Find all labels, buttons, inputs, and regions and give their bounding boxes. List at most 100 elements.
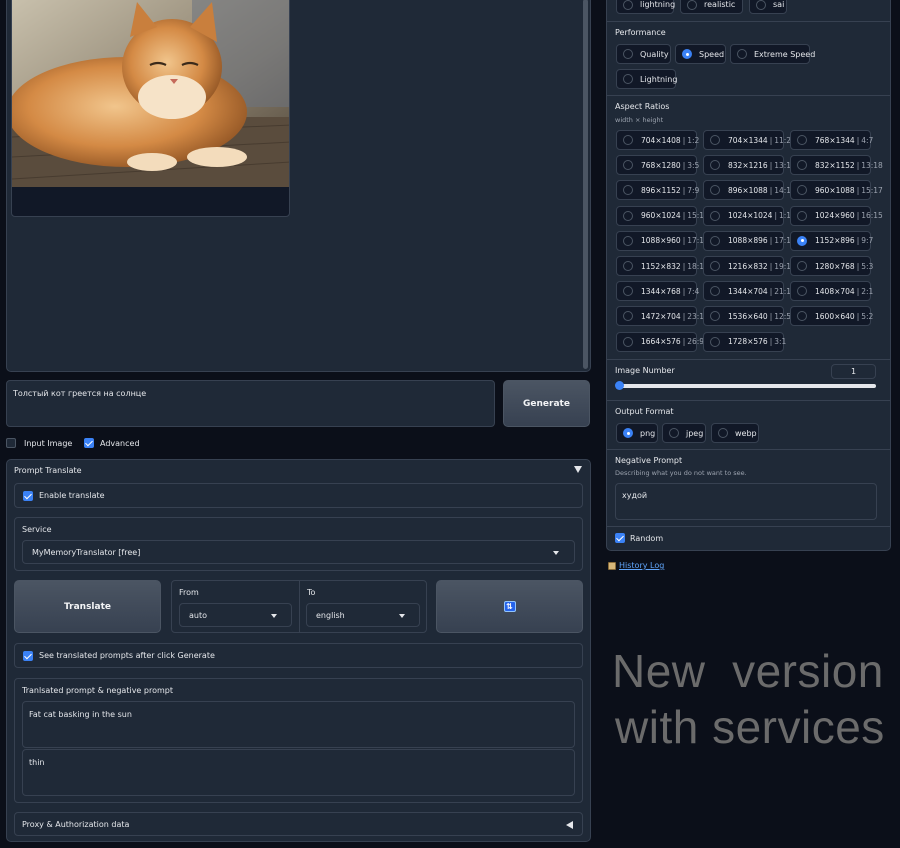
aspect-ratio-option[interactable]: 1664×576 | 26:9: [616, 331, 704, 352]
radio-icon[interactable]: [797, 261, 807, 271]
aspect-ratio-option[interactable]: 1600×640 | 5:2: [790, 306, 873, 327]
aspect-ratio-option[interactable]: 1152×896 | 9:7: [790, 230, 873, 251]
aspect-ratio-option[interactable]: 960×1088 | 15:17: [790, 180, 883, 201]
radio-icon[interactable]: [710, 210, 720, 221]
aspect-ratio-option[interactable]: 1088×960 | 17:15: [616, 230, 709, 251]
radio-selected-icon[interactable]: [682, 49, 692, 59]
radio-icon[interactable]: [623, 185, 633, 196]
radio-icon[interactable]: [797, 210, 807, 221]
radio-icon[interactable]: [623, 74, 633, 84]
radio-icon[interactable]: [623, 235, 633, 246]
prompt-translate-header[interactable]: Prompt Translate: [7, 460, 590, 482]
image-number-slider-handle[interactable]: [615, 381, 624, 390]
translated-negative-field[interactable]: thin: [22, 749, 575, 796]
history-log-link[interactable]: History Log: [608, 561, 664, 570]
aspect-ratio-option[interactable]: 832×1152 | 13:18: [790, 155, 883, 176]
advanced-check-icon[interactable]: [84, 438, 94, 448]
radio-icon[interactable]: [623, 0, 633, 10]
random-check-icon[interactable]: [615, 533, 625, 543]
radio-icon[interactable]: [623, 210, 633, 221]
radio-icon[interactable]: [710, 235, 720, 246]
radio-icon[interactable]: [797, 160, 807, 171]
gallery-scrollbar[interactable]: [583, 0, 588, 369]
enable-translate-row[interactable]: Enable translate: [14, 483, 583, 508]
performance-option-lightning[interactable]: Lightning: [616, 69, 677, 89]
aspect-ratio-option[interactable]: 1536×640 | 12:5: [703, 306, 791, 327]
negative-prompt-input[interactable]: худой: [615, 483, 877, 520]
aspect-ratio-option[interactable]: 1728×576 | 3:1: [703, 331, 786, 352]
radio-selected-icon[interactable]: [623, 428, 633, 438]
aspect-ratio-option[interactable]: 1408×704 | 2:1: [790, 281, 873, 302]
aspect-ratio-option[interactable]: 1024×960 | 16:15: [790, 205, 883, 226]
performance-option-quality[interactable]: Quality: [616, 44, 671, 64]
random-checkbox[interactable]: Random: [615, 533, 663, 543]
radio-icon[interactable]: [710, 160, 720, 171]
radio-icon[interactable]: [623, 261, 633, 271]
radio-icon[interactable]: [623, 311, 633, 322]
radio-icon[interactable]: [756, 0, 766, 10]
radio-icon[interactable]: [623, 160, 633, 171]
aspect-ratio-option[interactable]: 1344×704 | 21:11: [703, 281, 796, 302]
translated-prompt-field[interactable]: Fat cat basking in the sun: [22, 701, 575, 748]
see-translated-row[interactable]: See translated prompts after click Gener…: [14, 643, 583, 668]
see-translated-check-icon[interactable]: [23, 650, 33, 661]
aspect-ratio-option[interactable]: 704×1408 | 1:2: [616, 130, 699, 150]
aspect-ratio-option[interactable]: 896×1088 | 14:17: [703, 180, 796, 201]
radio-icon[interactable]: [737, 49, 747, 59]
aspect-ratio-option[interactable]: 1344×768 | 7:4: [616, 281, 699, 302]
gallery-thumbnail[interactable]: [11, 0, 290, 217]
aspect-ratio-option[interactable]: 1472×704 | 23:11: [616, 306, 709, 327]
radio-icon[interactable]: [710, 135, 720, 145]
aspect-ratio-option[interactable]: 1152×832 | 18:13: [616, 256, 709, 276]
aspect-ratio-option[interactable]: 704×1344 | 11:21: [703, 130, 796, 150]
image-number-input[interactable]: 1: [831, 364, 876, 379]
radio-icon[interactable]: [710, 185, 720, 196]
style-option-sai[interactable]: sai: [749, 0, 787, 14]
enable-translate-check-icon[interactable]: [23, 490, 33, 501]
radio-icon[interactable]: [797, 185, 807, 196]
aspect-ratio-option[interactable]: 1088×896 | 17:14: [703, 230, 796, 251]
radio-icon[interactable]: [623, 135, 633, 145]
input-image-checkbox[interactable]: Input Image: [6, 438, 72, 448]
aspect-ratio-option[interactable]: 1216×832 | 19:13: [703, 256, 796, 276]
to-dropdown[interactable]: english: [306, 603, 420, 627]
output-format-jpeg[interactable]: jpeg: [662, 423, 706, 443]
radio-icon[interactable]: [710, 286, 720, 297]
aspect-ratio-option[interactable]: 768×1344 | 4:7: [790, 130, 873, 150]
radio-icon[interactable]: [797, 286, 807, 297]
style-option-realistic[interactable]: realistic: [680, 0, 743, 14]
service-dropdown[interactable]: MyMemoryTranslator [free]: [22, 540, 575, 564]
swap-languages-button[interactable]: ⇅: [436, 580, 583, 633]
radio-icon[interactable]: [710, 261, 720, 271]
radio-icon[interactable]: [623, 286, 633, 297]
prompt-input[interactable]: Толстый кот греется на солнце: [6, 380, 495, 427]
proxy-accordion[interactable]: Proxy & Authorization data: [14, 812, 583, 836]
aspect-ratio-option[interactable]: 832×1216 | 13:19: [703, 155, 796, 176]
performance-option-speed[interactable]: Speed: [675, 44, 726, 64]
generate-button[interactable]: Generate: [503, 380, 590, 427]
radio-icon[interactable]: [623, 49, 633, 59]
aspect-ratio-option[interactable]: 768×1280 | 3:5: [616, 155, 699, 176]
radio-icon[interactable]: [669, 428, 679, 438]
collapse-triangle-icon[interactable]: [574, 466, 582, 473]
radio-selected-icon[interactable]: [797, 235, 807, 246]
radio-icon[interactable]: [718, 428, 728, 438]
aspect-ratio-option[interactable]: 1024×1024 | 1:1: [703, 205, 791, 226]
performance-option-extreme-speed[interactable]: Extreme Speed: [730, 44, 815, 64]
input-image-check-icon[interactable]: [6, 438, 16, 448]
aspect-ratio-option[interactable]: 1280×768 | 5:3: [790, 256, 873, 276]
advanced-checkbox[interactable]: Advanced: [84, 438, 140, 448]
style-option-lightning[interactable]: lightning: [616, 0, 675, 14]
output-format-png[interactable]: png: [616, 423, 658, 443]
translate-button[interactable]: Translate: [14, 580, 161, 633]
radio-icon[interactable]: [797, 135, 807, 145]
expand-triangle-icon[interactable]: [566, 821, 573, 829]
output-format-webp[interactable]: webp: [711, 423, 759, 443]
aspect-ratio-option[interactable]: 896×1152 | 7:9: [616, 180, 699, 201]
from-dropdown[interactable]: auto: [179, 603, 292, 627]
aspect-ratio-option[interactable]: 960×1024 | 15:16: [616, 205, 709, 226]
radio-icon[interactable]: [710, 311, 720, 322]
radio-icon[interactable]: [710, 336, 720, 347]
radio-icon[interactable]: [687, 0, 697, 10]
image-number-slider-track[interactable]: [617, 384, 876, 388]
